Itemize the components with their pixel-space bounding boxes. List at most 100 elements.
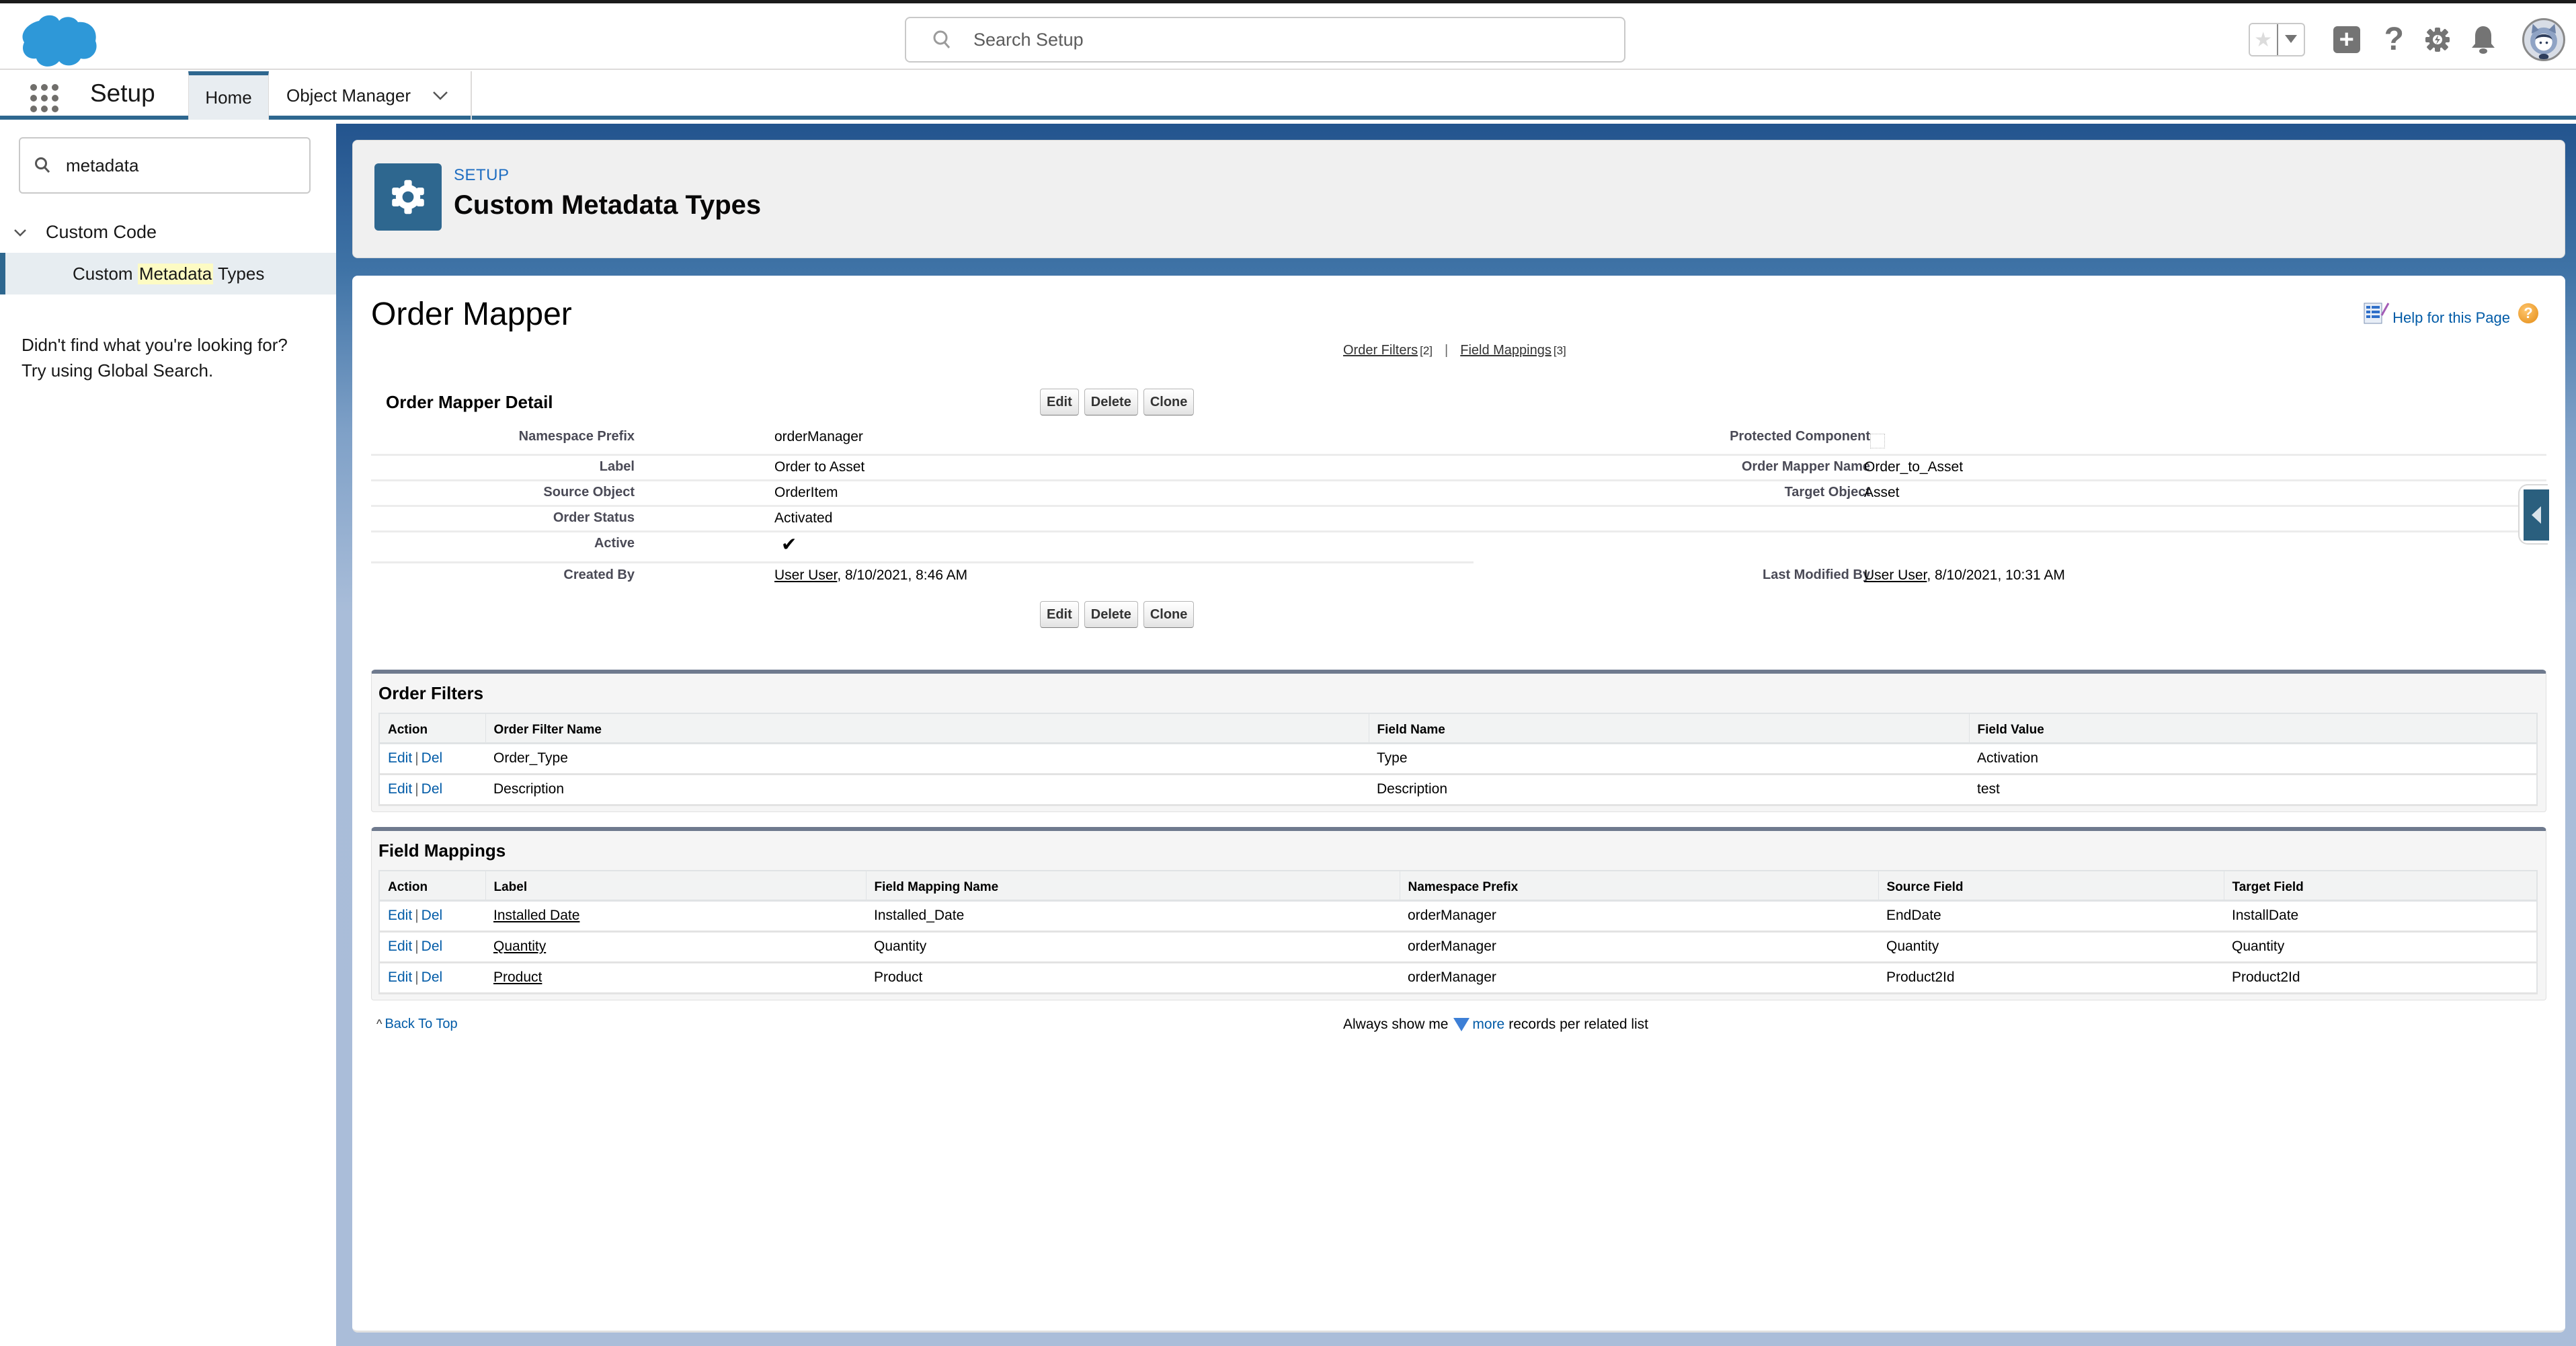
search-highlight: Metadata (137, 263, 214, 284)
setup-gear-icon[interactable] (2424, 26, 2451, 53)
help-question-icon[interactable]: ? (2518, 303, 2538, 323)
column-header[interactable]: Field Name (1369, 713, 1970, 744)
tree-group-label: Custom Code (46, 222, 157, 242)
source-field: EndDate (1878, 900, 2224, 933)
related-link-order-filters[interactable]: Order Filters (1343, 343, 1418, 358)
sidebar-item-custom-metadata-types[interactable]: Custom Metadata Types (0, 253, 336, 294)
not-found-line-1: Didn't find what you're looking for? (22, 335, 288, 355)
created-by-date: , 8/10/2021, 8:46 AM (837, 567, 968, 583)
show-more-link[interactable]: more (1472, 1017, 1504, 1033)
global-actions-plus-icon[interactable]: + (2333, 26, 2360, 53)
field-mapping-label-link[interactable]: Product (493, 969, 542, 985)
show-more-dropdown-icon[interactable] (1453, 1018, 1470, 1031)
tab-object-manager[interactable]: Object Manager (269, 71, 472, 120)
last-modified-user-link[interactable]: User User (1864, 567, 1927, 583)
star-icon[interactable]: ★ (2249, 24, 2277, 55)
table-row: Edit | Del Order_Type Type Activation (379, 743, 2537, 775)
delete-link[interactable]: Del (421, 969, 443, 985)
help-for-this-page[interactable]: Help for this Page ? (2363, 300, 2538, 327)
delete-button[interactable]: Delete (1084, 389, 1138, 415)
field-label-namespace-prefix: Namespace Prefix (518, 429, 635, 444)
column-header[interactable]: Target Field (2224, 871, 2538, 902)
salesforce-logo[interactable] (19, 11, 101, 69)
favorites-dropdown[interactable] (2276, 24, 2304, 55)
action-separator: | (415, 750, 419, 766)
field-value-namespace-prefix: orderManager (774, 429, 863, 444)
delete-button-bottom[interactable]: Delete (1084, 601, 1138, 628)
field-mapping-label-link[interactable]: Quantity (493, 939, 546, 954)
quick-find-input[interactable]: metadata (19, 137, 311, 194)
help-icon[interactable]: ? (2384, 24, 2404, 56)
table-row: Edit | Del Installed Date Installed_Date o… (379, 900, 2537, 933)
column-header[interactable]: Label (485, 871, 867, 902)
label-cell: Quantity (485, 931, 866, 963)
related-count-order-filters: [2] (1420, 344, 1433, 357)
column-header: Action (379, 871, 486, 902)
clone-button[interactable]: Clone (1143, 389, 1195, 415)
field-label-source-object: Source Object (543, 485, 635, 500)
clone-button-bottom[interactable]: Clone (1143, 601, 1195, 628)
related-count-field-mappings: [3] (1553, 344, 1566, 357)
setup-sidebar: metadata Custom Code Custom Metadata Typ… (0, 124, 336, 1346)
action-separator: | (415, 781, 419, 797)
app-launcher-icon[interactable] (30, 83, 59, 113)
page-header: SETUP Custom Metadata Types (352, 140, 2565, 258)
tree-group-custom-code[interactable]: Custom Code (12, 222, 157, 243)
column-header[interactable]: Field Mapping Name (866, 871, 1400, 902)
related-link-field-mappings[interactable]: Field Mappings (1460, 343, 1552, 358)
edit-link[interactable]: Edit (388, 969, 412, 985)
divider (371, 479, 2546, 481)
back-to-top-link[interactable]: ^ Back To Top (376, 1017, 458, 1032)
global-search-input[interactable]: Search Setup (905, 17, 1625, 63)
search-placeholder: Search Setup (973, 29, 1084, 50)
field-mapping-label-link[interactable]: Installed Date (493, 908, 579, 923)
divider (371, 530, 2546, 532)
tab-home[interactable]: Home (188, 71, 269, 120)
astro-avatar-icon (2530, 24, 2557, 59)
delete-link[interactable]: Del (421, 908, 443, 923)
delete-link[interactable]: Del (421, 939, 443, 954)
field-mappings-table: Action Label Field Mapping Name Namespac… (378, 870, 2538, 994)
edit-link[interactable]: Edit (388, 750, 412, 766)
delete-link[interactable]: Del (421, 781, 443, 797)
chevron-down-icon[interactable] (431, 86, 450, 105)
tab-object-manager-label: Object Manager (286, 85, 411, 106)
column-header[interactable]: Source Field (1878, 871, 2224, 902)
quick-find-value: metadata (66, 155, 139, 175)
sidebar-collapse-toggle[interactable] (2518, 484, 2549, 545)
related-list-order-filters: Order Filters Action Order Filter Name F… (371, 670, 2546, 812)
column-header[interactable]: Namespace Prefix (1400, 871, 1879, 902)
sidebar-item-prefix: Custom (73, 263, 138, 284)
action-separator: | (415, 969, 419, 985)
table-row: Edit | Del Description Description test (379, 774, 2537, 806)
delete-link[interactable]: Del (421, 750, 443, 766)
namespace-prefix: orderManager (1400, 962, 1878, 994)
caret-left-icon (2532, 506, 2541, 524)
divider (371, 505, 2546, 507)
notifications-bell-icon[interactable] (2470, 25, 2497, 54)
field-label-active: Active (594, 536, 635, 551)
edit-link[interactable]: Edit (388, 908, 412, 923)
favorites-control[interactable]: ★ (2248, 23, 2305, 56)
edit-button[interactable]: Edit (1040, 389, 1079, 415)
back-to-top-label: Back To Top (385, 1017, 458, 1031)
last-modified-date: , 8/10/2021, 10:31 AM (1927, 567, 2065, 583)
app-name: Setup (90, 79, 155, 107)
column-header[interactable]: Order Filter Name (485, 713, 1369, 744)
column-header[interactable]: Field Value (1969, 713, 2538, 744)
record-detail-card: Order Mapper Help for this Page ? Order … (352, 276, 2565, 1333)
user-avatar[interactable] (2522, 18, 2565, 61)
source-field: Product2Id (1878, 962, 2224, 994)
help-link-text[interactable]: Help for this Page (2392, 309, 2510, 327)
tab-home-label: Home (205, 87, 252, 108)
edit-link[interactable]: Edit (388, 781, 412, 797)
divider (371, 454, 2546, 456)
created-by-user-link[interactable]: User User (774, 567, 837, 583)
action-separator: | (415, 908, 419, 923)
label-cell: Installed Date (485, 900, 866, 933)
show-more-suffix: records per related list (1508, 1017, 1649, 1032)
edit-button-bottom[interactable]: Edit (1040, 601, 1079, 628)
order-filters-table: Action Order Filter Name Field Name Fiel… (378, 713, 2538, 806)
edit-link[interactable]: Edit (388, 939, 412, 954)
caret-down-icon (2284, 35, 2297, 43)
